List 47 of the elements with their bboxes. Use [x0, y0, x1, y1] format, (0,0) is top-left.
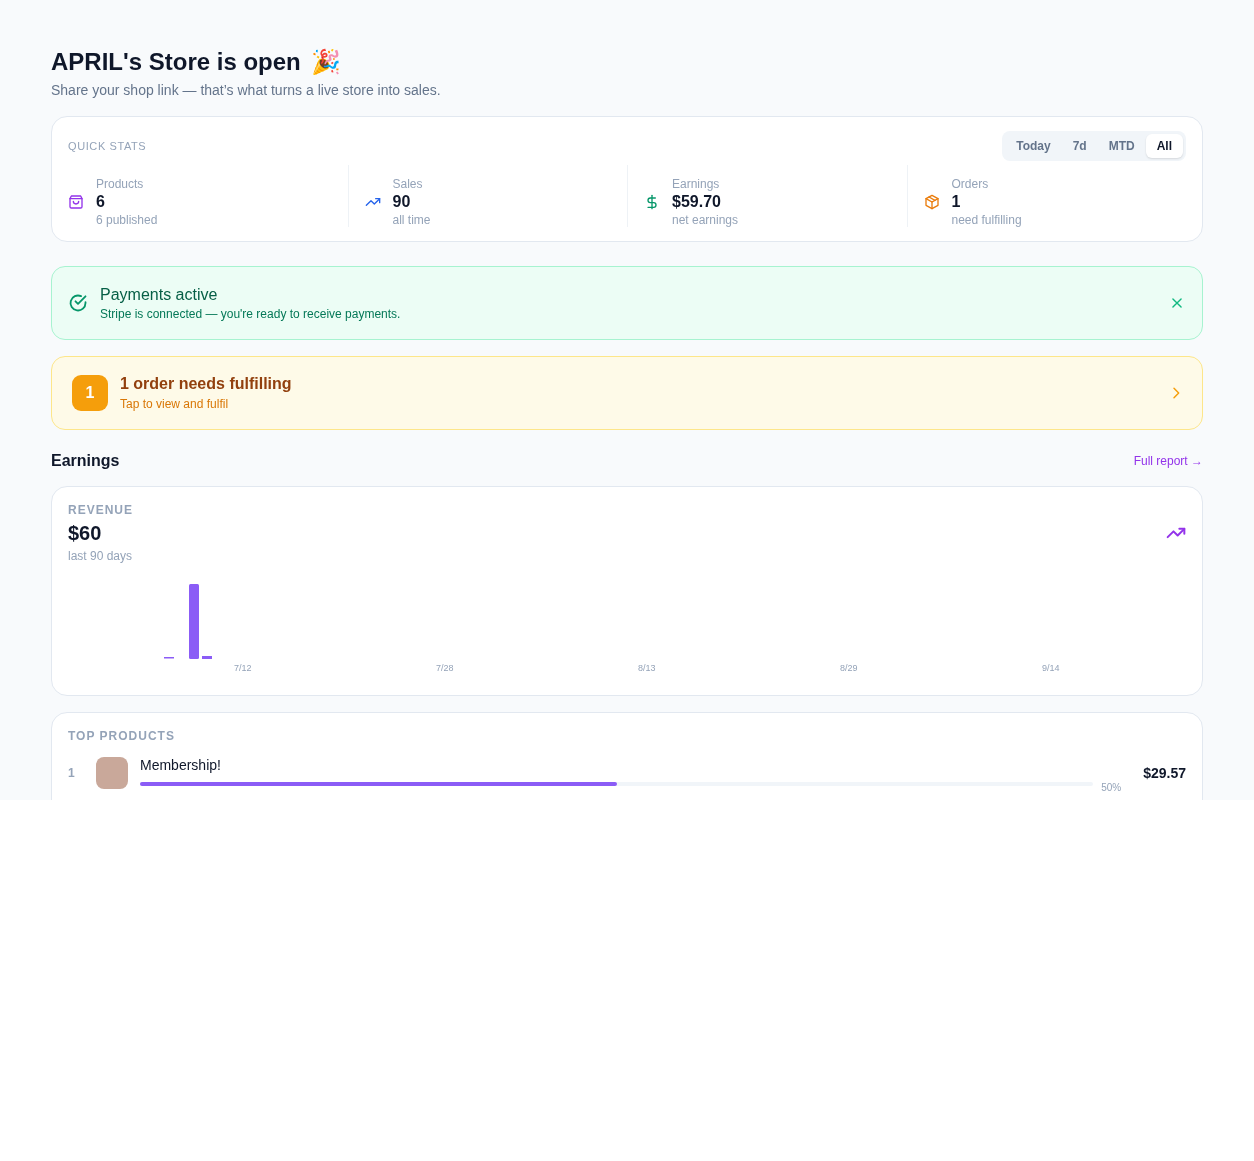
- range-tab[interactable]: MTD: [1097, 134, 1146, 158]
- stat-label: Products: [96, 177, 145, 191]
- range-tab[interactable]: All: [1145, 134, 1183, 158]
- period-label: last 90 days: [68, 549, 133, 563]
- photo-placeholder: [96, 757, 128, 789]
- stat-note: 6 published: [96, 213, 158, 227]
- product-name: Membership!: [140, 757, 222, 773]
- stat-note: net earnings: [672, 213, 739, 227]
- axis-label: 7/12: [234, 663, 252, 673]
- banner-title: 1 order needs fulfilling: [120, 375, 293, 393]
- shopping-bag-icon: [68, 194, 84, 210]
- stat-value: $59.70: [672, 193, 722, 211]
- dollar-icon: [644, 194, 660, 210]
- section-heading: Earnings: [51, 452, 120, 470]
- range-tab[interactable]: Today: [1005, 134, 1062, 158]
- package-icon: [923, 194, 940, 210]
- card-title: REVENUE: [68, 503, 133, 517]
- page-subtitle: Share your shop link — that’s what turns a live store into sales.: [51, 82, 442, 98]
- stat-note: all time: [392, 213, 431, 227]
- stat-value: 6: [96, 193, 106, 211]
- banner-message: Stripe is connected — you're ready to receive payments.: [100, 306, 402, 321]
- page-title: APRIL's Store is open: [51, 48, 301, 76]
- stat-label: Orders: [951, 177, 990, 191]
- axis-label: 8/29: [840, 663, 858, 673]
- axis-label: 9/14: [1042, 663, 1060, 673]
- revenue-total: $60: [68, 522, 103, 545]
- full-report-link[interactable]: Full report →: [1133, 454, 1203, 468]
- close-icon: [1170, 296, 1184, 310]
- stat-value: 90: [392, 193, 412, 211]
- rank-number: 1: [68, 766, 76, 780]
- order-count-badge: 1: [72, 375, 108, 411]
- party-emoji: 🎉: [310, 48, 341, 76]
- check-circle-icon: [68, 293, 88, 313]
- stat-note: need fulfilling: [951, 213, 1022, 227]
- axis-label: 7/28: [436, 663, 454, 673]
- stat-label: Sales: [392, 177, 424, 191]
- stat-label: Earnings: [672, 177, 721, 191]
- banner-message: Tap to view and fulfil: [120, 397, 230, 411]
- range-tab[interactable]: 7d: [1061, 134, 1098, 158]
- banner-title: Payments active: [100, 285, 219, 304]
- share-percent: 50%: [1101, 782, 1122, 793]
- card-title: TOP PRODUCTS: [68, 729, 176, 743]
- product-amount: $29.57: [1143, 765, 1186, 781]
- section-title: QUICK STATS: [68, 140, 147, 152]
- stat-value: 1: [951, 193, 962, 211]
- axis-label: 8/13: [638, 663, 656, 673]
- orders-banner[interactable]: 1 1 order needs fulfilling Tap to view and fulfil: [51, 356, 1203, 430]
